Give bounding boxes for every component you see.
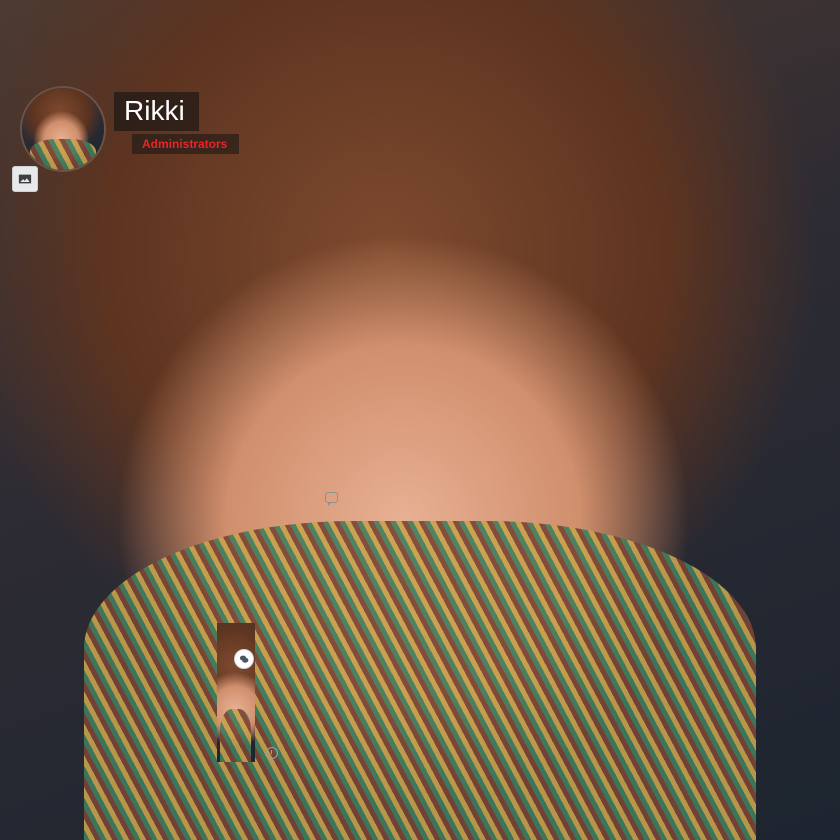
main-content: Activity About Me Write a public message… [0,0,840,840]
activity-feed: Write a public message on your own feed.… [0,0,840,840]
cover-identity: Rikki Administrators [114,92,240,155]
image-icon [18,174,32,184]
topic-type-badge [233,649,254,669]
avatar[interactable] [22,88,104,170]
profile-page: Edit Profile Rikki Administrators CONTEN… [0,0,840,840]
change-photo-button[interactable] [12,166,38,192]
status-update-block: Rikki Working on an interesting new deve… [0,0,840,840]
avatar-image [22,88,104,170]
page-title: Rikki [114,92,199,132]
status-reply-row[interactable]: Reply to this status... [0,0,840,840]
clock-icon [265,746,278,759]
user-group-badge: Administrators [132,134,240,155]
topic-avatar-wrap [216,623,255,762]
profile-body: COMMUNITY REPUTATION 379 Excellent See r… [0,0,840,840]
reply-avatar [0,0,840,840]
reply-avatar-image [0,0,840,840]
speech-bubble-icon [324,491,338,506]
comments-icon [239,655,248,663]
